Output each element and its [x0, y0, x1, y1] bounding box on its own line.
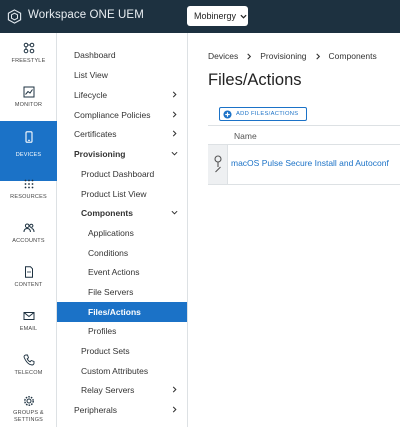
tree-item-files-actions[interactable]: Files/Actions	[57, 302, 187, 322]
rail-item-label: CONTENT	[14, 282, 43, 288]
tree-item-label: Dashboard	[74, 50, 116, 60]
tree-item-certificates[interactable]: Certificates	[57, 124, 187, 144]
chevron-right-icon	[247, 53, 252, 60]
tree-item-label: Custom Attributes	[81, 366, 149, 376]
rail-item-resources[interactable]: RESOURCES	[0, 178, 57, 222]
tree-item-product-sets[interactable]: Product Sets	[57, 341, 187, 361]
tree-item-label: Event Actions	[88, 267, 140, 277]
chevron-right-icon	[172, 111, 177, 118]
breadcrumb-devices[interactable]: Devices	[208, 51, 238, 61]
main-nav-rail: FREESTYLE MONITOR DEVICES RESOURCES ACCO…	[0, 33, 57, 427]
tree-item-label: File Servers	[88, 287, 134, 297]
chevron-down-icon	[171, 210, 178, 215]
rail-item-freestyle[interactable]: FREESTYLE	[0, 42, 57, 86]
tree-item-label: Compliance Policies	[74, 110, 151, 120]
rail-item-label-line2: SETTINGS	[13, 417, 44, 423]
tree-item-conditions[interactable]: Conditions	[57, 243, 187, 263]
add-files-actions-button[interactable]: ADD FILES/ACTIONS	[219, 107, 307, 121]
chevron-right-icon	[172, 406, 177, 413]
accounts-icon	[23, 223, 34, 233]
telecom-icon	[23, 354, 34, 366]
row-action-cell[interactable]	[208, 145, 228, 184]
rail-item-label: EMAIL	[19, 326, 38, 332]
rail-item-email[interactable]: EMAIL	[0, 310, 57, 354]
gear-icon	[23, 396, 34, 406]
top-bar: Workspace ONE UEM Mobinergy	[0, 0, 400, 33]
rail-item-label: MONITOR	[14, 102, 43, 108]
rail-item-label: RESOURCES	[10, 194, 47, 200]
tree-item-dashboard[interactable]: Dashboard	[57, 45, 187, 65]
tree-item-profiles[interactable]: Profiles	[57, 321, 187, 341]
chevron-right-icon	[315, 53, 320, 60]
rail-item-groups-settings[interactable]: GROUPS & SETTINGS	[0, 395, 57, 427]
rail-item-accounts[interactable]: ACCOUNTS	[0, 222, 57, 266]
devices-icon	[24, 131, 33, 143]
monitor-icon	[23, 86, 34, 98]
tree-item-label: List View	[74, 70, 108, 80]
tree-item-compliance-policies[interactable]: Compliance Policies	[57, 105, 187, 125]
resources-icon	[24, 179, 33, 189]
tree-item-label: Applications	[88, 228, 134, 238]
tree-item-relay-servers[interactable]: Relay Servers	[57, 380, 187, 400]
tree-item-label: Lifecycle	[74, 90, 108, 100]
freestyle-icon	[23, 42, 34, 54]
tree-item-label: Peripherals	[74, 405, 117, 415]
tree-item-label: Product Sets	[81, 346, 130, 356]
chevron-right-icon	[172, 130, 177, 137]
tree-item-label: Product Dashboard	[81, 169, 155, 179]
organization-group-label: Mobinergy	[194, 11, 237, 21]
breadcrumb: Devices Provisioning Components	[208, 51, 377, 61]
table-header: Name	[208, 125, 400, 145]
tree-item-lifecycle[interactable]: Lifecycle	[57, 85, 187, 105]
tree-item-event-actions[interactable]: Event Actions	[57, 262, 187, 282]
rail-item-label: GROUPS &	[13, 410, 44, 416]
tree-item-label: Certificates	[74, 129, 117, 139]
tree-item-custom-attributes[interactable]: Custom Attributes	[57, 361, 187, 381]
tree-item-list-view[interactable]: List View	[57, 65, 187, 85]
rail-item-telecom[interactable]: TELECOM	[0, 354, 57, 398]
file-action-name-link[interactable]: macOS Pulse Secure Install and Autoconf	[231, 158, 389, 168]
rail-item-label: DEVICES	[15, 152, 42, 158]
breadcrumb-components[interactable]: Components	[329, 51, 377, 61]
chevron-right-icon	[172, 91, 177, 98]
tree-item-product-list-view[interactable]: Product List View	[57, 184, 187, 204]
add-files-actions-label: ADD FILES/ACTIONS	[236, 111, 299, 117]
devices-submenu: Dashboard List View Lifecycle Compliance…	[57, 33, 188, 427]
tree-item-provisioning[interactable]: Provisioning	[57, 144, 187, 164]
rail-item-devices[interactable]: DEVICES	[0, 121, 57, 181]
column-header-name[interactable]: Name	[234, 131, 257, 141]
main-content: Devices Provisioning Components Files/Acti…	[189, 33, 400, 427]
workspace-one-logo-icon	[7, 9, 22, 24]
add-circle-icon	[223, 110, 232, 119]
content-icon	[24, 266, 33, 278]
rail-item-content[interactable]: CONTENT	[0, 266, 57, 310]
chevron-down-icon	[240, 14, 247, 19]
tree-item-label: Provisioning	[74, 149, 126, 159]
tree-item-label: Product List View	[81, 189, 147, 199]
wrench-icon	[214, 155, 222, 173]
chevron-right-icon	[172, 386, 177, 393]
tree-item-label: Conditions	[88, 248, 129, 258]
tree-item-file-servers[interactable]: File Servers	[57, 282, 187, 302]
chevron-down-icon	[171, 151, 178, 156]
app-title: Workspace ONE UEM	[28, 9, 144, 21]
tree-item-applications[interactable]: Applications	[57, 223, 187, 243]
breadcrumb-provisioning[interactable]: Provisioning	[260, 51, 306, 61]
tree-item-label: Components	[81, 208, 133, 218]
tree-item-label: Relay Servers	[81, 385, 135, 395]
tree-item-label: Files/Actions	[88, 307, 141, 317]
rail-item-label: TELECOM	[14, 370, 43, 376]
organization-group-selector[interactable]: Mobinergy	[187, 6, 248, 26]
rail-item-label: ACCOUNTS	[12, 238, 45, 244]
page-title: Files/Actions	[208, 71, 302, 89]
rail-item-label: FREESTYLE	[11, 58, 46, 64]
tree-item-product-dashboard[interactable]: Product Dashboard	[57, 164, 187, 184]
tree-item-peripherals[interactable]: Peripherals	[57, 400, 187, 420]
tree-item-label: Profiles	[88, 326, 117, 336]
email-icon	[23, 312, 34, 320]
tree-item-components[interactable]: Components	[57, 203, 187, 223]
table-row[interactable]: macOS Pulse Secure Install and Autoconf	[208, 145, 400, 185]
